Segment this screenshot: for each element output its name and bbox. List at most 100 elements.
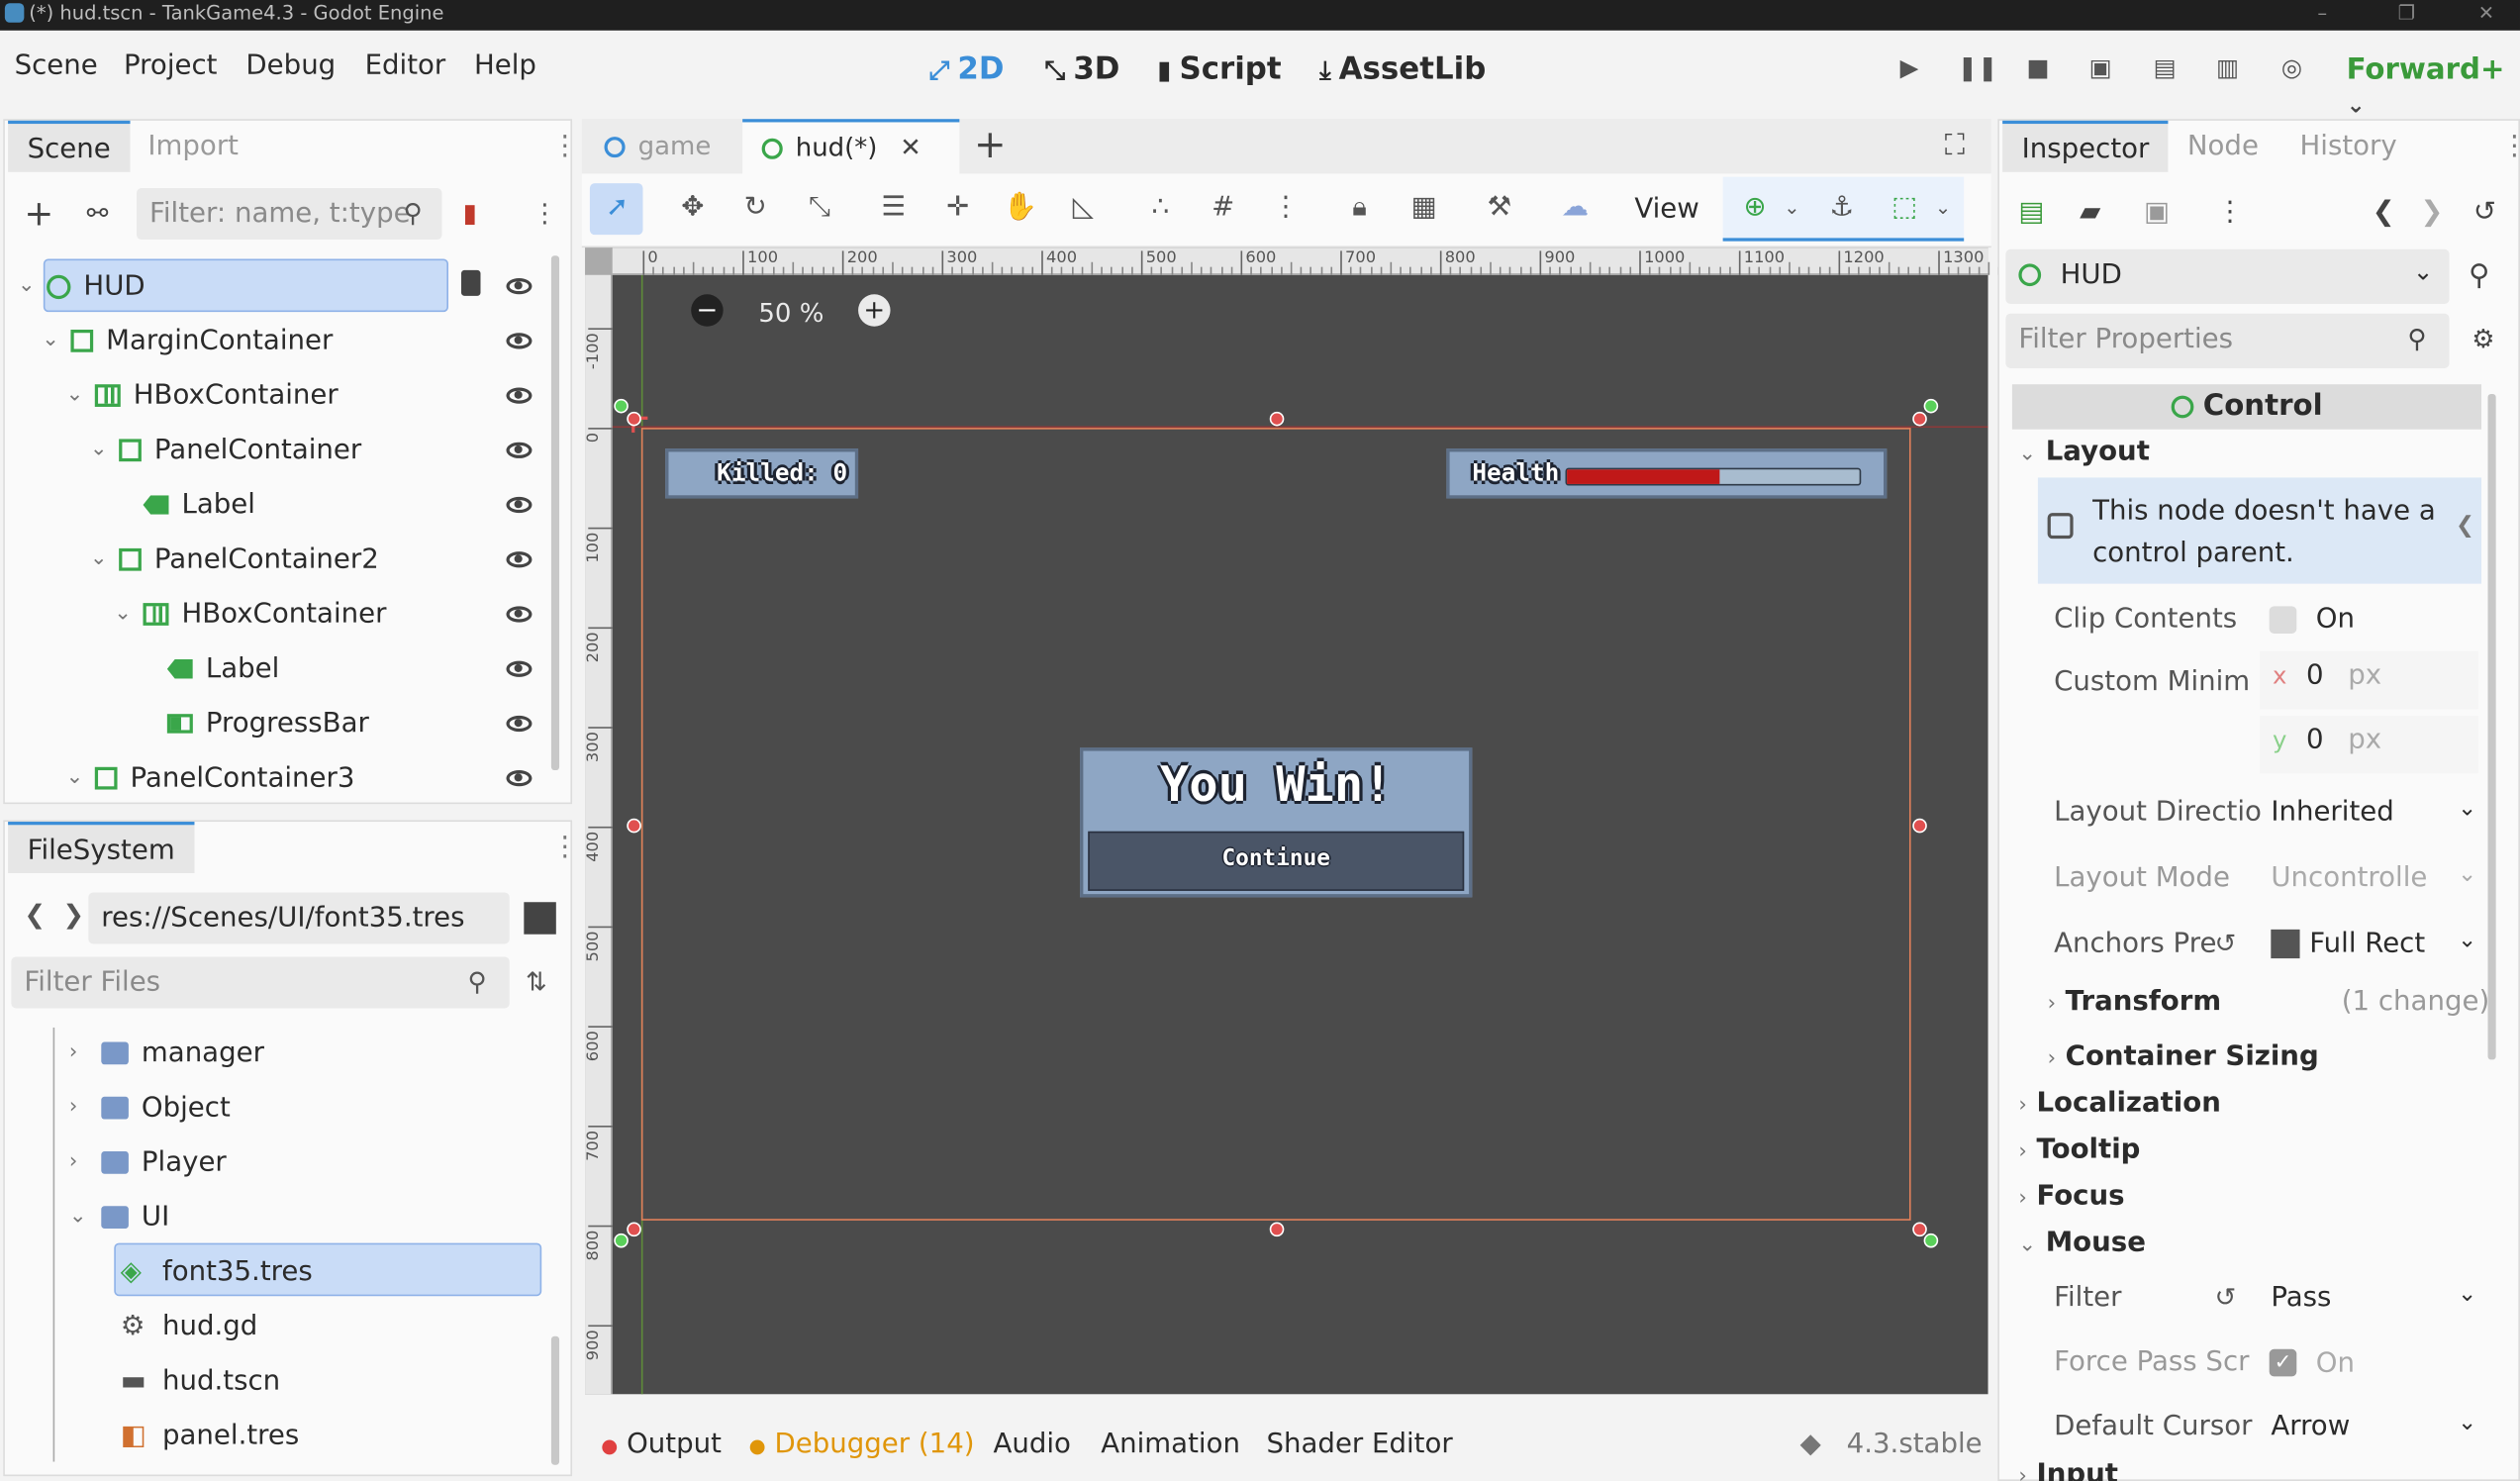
section-transform[interactable]: › Transform <box>2048 986 2222 1018</box>
chevron-down-icon[interactable]: ⌄ <box>1924 186 1963 228</box>
scene-scrollbar[interactable] <box>550 255 560 771</box>
inspector-scrollbar[interactable] <box>2487 393 2496 1060</box>
object-properties-icon[interactable]: ⚲ <box>2469 259 2489 293</box>
tab-output[interactable]: ● Output <box>601 1428 722 1459</box>
anchor-icon[interactable]: ⚓︎ <box>1822 186 1861 228</box>
renderer-select[interactable]: Forward+ ⌄ <box>2347 53 2520 121</box>
new-resource-icon[interactable]: ▤ <box>2018 196 2044 228</box>
anchor-bottom-left[interactable] <box>614 1233 629 1248</box>
handle-top-right[interactable] <box>1912 411 1927 427</box>
tab-inspector[interactable]: Inspector <box>2002 120 2169 172</box>
tab-scene[interactable]: Scene <box>8 120 131 172</box>
tree-item-panelcontainer2[interactable]: ⌄ PanelContainer2 <box>90 534 379 585</box>
handle-top[interactable] <box>1269 411 1285 427</box>
custom-min-x-field[interactable]: x 0 px <box>2259 650 2478 710</box>
tab-node[interactable]: Node <box>2168 121 2278 172</box>
play-icon[interactable]: ▶ <box>1893 53 1925 85</box>
chevron-down-icon[interactable]: ⌄ <box>1773 186 1811 228</box>
tab-shader-editor[interactable]: Shader Editor <box>1266 1428 1452 1459</box>
close-tab-icon[interactable]: ✕ <box>900 132 921 162</box>
visibility-eye-icon[interactable] <box>506 278 533 295</box>
fs-folder-manager[interactable]: › manager <box>69 1028 264 1079</box>
skeleton-icon[interactable]: ⚒ <box>1480 186 1518 228</box>
scene-tab-hud[interactable]: hud(*) ✕ <box>742 119 960 174</box>
anchor-bottom-right[interactable] <box>1923 1233 1939 1248</box>
play-scene-icon[interactable]: ▤ <box>2149 53 2181 85</box>
pan-tool-icon[interactable]: ✋ <box>1002 186 1040 228</box>
tree-item-margincontainer[interactable]: ⌄ MarginContainer <box>42 315 333 366</box>
nav-forward-icon[interactable]: ❯ <box>62 899 84 930</box>
custom-min-y-field[interactable]: y 0 px <box>2259 715 2478 774</box>
fs-file-panel-tres[interactable]: ◧ panel.tres <box>121 1411 300 1462</box>
fs-filter-input[interactable]: Filter Files <box>11 956 510 1009</box>
force-pass-checkbox[interactable]: ✓ <box>2269 1348 2297 1377</box>
tab-import[interactable]: Import <box>129 121 258 172</box>
ruler-tool-icon[interactable]: ◺ <box>1064 186 1103 228</box>
tree-item-progressbar[interactable]: ProgressBar <box>139 698 369 749</box>
chevron-down-icon[interactable]: ⌄ <box>114 589 143 641</box>
tree-item-hboxcontainer[interactable]: ⌄ HBoxContainer <box>66 370 339 422</box>
default-cursor-select[interactable]: Arrow ⌄ <box>2271 1411 2476 1442</box>
zoom-in-icon[interactable]: + <box>858 294 891 327</box>
visibility-eye-icon[interactable] <box>506 442 533 458</box>
chevron-down-icon[interactable]: ⌄ <box>66 370 95 422</box>
group-icon[interactable]: ▦ <box>1405 186 1443 228</box>
tab-audio[interactable]: Audio <box>993 1428 1070 1459</box>
section-input[interactable]: › Input <box>2018 1458 2118 1481</box>
visibility-eye-icon[interactable] <box>506 496 533 514</box>
history-icon[interactable]: ↺ <box>2473 196 2496 228</box>
workspace-assetlib[interactable]: ⤓ AssetLib <box>1319 51 1486 87</box>
mouse-filter-select[interactable]: Pass ⌄ <box>2271 1282 2476 1314</box>
open-folder-icon[interactable]: ▰ <box>2080 196 2100 228</box>
fs-menu-icon[interactable]: ⋮ <box>551 832 579 863</box>
visibility-eye-icon[interactable] <box>506 333 533 349</box>
chevron-down-icon[interactable]: ⌄ <box>90 425 119 476</box>
stop-icon[interactable]: ■ <box>2022 53 2054 85</box>
section-layout[interactable]: ⌄ Layout <box>2018 436 2150 467</box>
fs-file-hud-tscn[interactable]: ▬ hud.tscn <box>121 1355 280 1407</box>
movie-maker-icon[interactable]: ◎ <box>2276 53 2307 85</box>
pause-icon[interactable]: ❚❚ <box>1958 53 1998 85</box>
zoom-out-icon[interactable]: − <box>691 294 724 327</box>
pivot-tool-icon[interactable]: ✛ <box>938 186 977 228</box>
tree-item-hud[interactable]: ⌄ HUD <box>18 260 145 312</box>
handle-right[interactable] <box>1912 818 1927 834</box>
anchor-top-left[interactable] <box>614 398 629 414</box>
tree-item-panelcontainer3[interactable]: ⌄ PanelContainer3 <box>66 752 355 804</box>
move-tool-icon[interactable]: ✥ <box>673 186 712 228</box>
menu-help[interactable]: Help <box>474 49 536 81</box>
chevron-right-icon[interactable]: › <box>69 1028 101 1079</box>
workspace-3d[interactable]: ⤡ 3D <box>1044 51 1119 87</box>
chevron-down-icon[interactable]: ⌄ <box>69 1192 101 1243</box>
scene-tab-game[interactable]: game <box>585 119 730 173</box>
update-spinner-icon[interactable]: ◆ <box>1800 1428 1821 1459</box>
visibility-eye-icon[interactable] <box>506 551 533 568</box>
tab-debugger[interactable]: ● Debugger (14) <box>749 1428 975 1459</box>
section-container-sizing[interactable]: › Container Sizing <box>2048 1040 2319 1072</box>
handle-left[interactable] <box>627 818 641 834</box>
fs-path-input[interactable]: res://Scenes/UI/font35.tres <box>88 892 510 944</box>
script-icon[interactable] <box>461 269 481 296</box>
resource-menu-icon[interactable]: ⋮ <box>2216 196 2244 228</box>
scene-options-icon[interactable]: ⋮ <box>532 198 557 229</box>
node-selector[interactable]: HUD ⌄ <box>2005 248 2450 304</box>
smart-snap-icon[interactable]: ∴ <box>1141 186 1180 228</box>
fs-folder-ui[interactable]: ⌄ UI <box>69 1192 169 1243</box>
continue-button[interactable]: Continue <box>1088 831 1465 891</box>
camera-override-icon[interactable]: ☁ <box>1556 186 1595 228</box>
play-custom-scene-icon[interactable]: ▥ <box>2211 53 2243 85</box>
visibility-eye-icon[interactable] <box>506 770 533 787</box>
visibility-eye-icon[interactable] <box>506 606 533 623</box>
visibility-eye-icon[interactable] <box>506 387 533 404</box>
layout-direction-select[interactable]: Inherited ⌄ <box>2271 796 2476 828</box>
remote-debug-icon[interactable]: ▣ <box>2084 53 2116 85</box>
list-select-icon[interactable]: ☰ <box>874 186 913 228</box>
tab-animation[interactable]: Animation <box>1101 1428 1240 1459</box>
section-localization[interactable]: › Localization <box>2018 1087 2221 1119</box>
workspace-2d[interactable]: ⤢ 2D <box>929 51 1005 87</box>
fs-file-font35-tres[interactable]: ◈ font35.tres <box>121 1246 313 1298</box>
save-icon[interactable]: ▣ <box>2144 196 2170 228</box>
zoom-level[interactable]: 50 % <box>758 297 824 328</box>
chevron-left-icon[interactable]: ❮ <box>2456 513 2474 539</box>
handle-bottom-left[interactable] <box>627 1222 641 1237</box>
